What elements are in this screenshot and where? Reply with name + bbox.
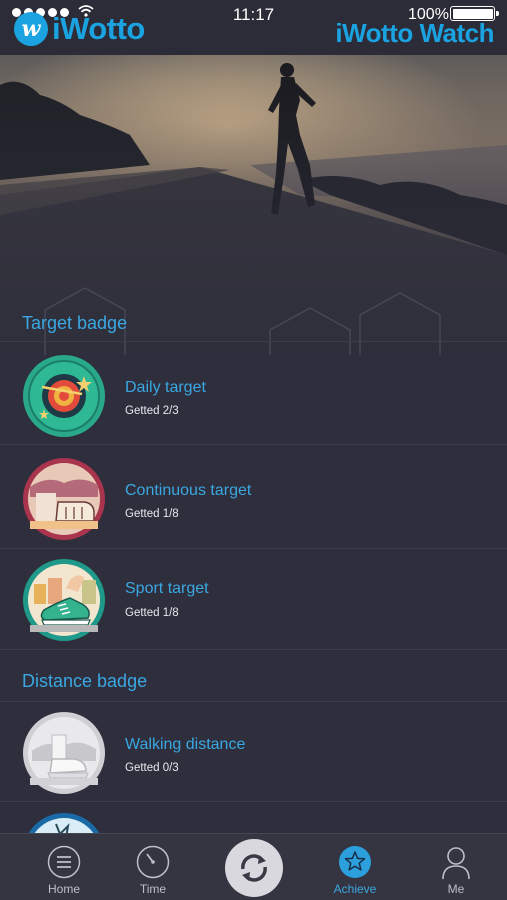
badge-progress: Getted 0/3 — [125, 762, 179, 774]
logo-mark-icon: w — [14, 12, 48, 46]
sync-button[interactable] — [225, 839, 283, 897]
badge-progress: Getted 2/3 — [125, 405, 179, 417]
next-badge-icon — [22, 812, 106, 833]
stopwatch-icon — [136, 845, 170, 879]
status-bar: 11:17 100% w iWotto iWotto Watch — [0, 0, 507, 55]
tab-time[interactable]: Time — [113, 834, 193, 900]
tab-label: Time — [139, 882, 167, 896]
continuous-badge-icon — [22, 457, 106, 541]
badge-name: Sport target — [125, 580, 209, 597]
tab-home[interactable]: Home — [24, 834, 104, 900]
badge-row-daily-target[interactable]: Daily target Getted 2/3 — [0, 342, 507, 445]
app-logo: w iWotto — [14, 11, 145, 46]
badge-progress: Getted 1/8 — [125, 508, 179, 520]
star-icon — [339, 846, 371, 878]
sneaker-badge-icon — [22, 558, 106, 642]
tab-me[interactable]: Me — [416, 834, 496, 900]
section-title-distance-badge: Distance badge — [0, 650, 507, 702]
badge-progress: Getted 1/8 — [125, 607, 179, 619]
badge-row-continuous-target[interactable]: Continuous target Getted 1/8 — [0, 445, 507, 549]
badge-row-sport-target[interactable]: Sport target Getted 1/8 — [0, 549, 507, 650]
target-badge-icon — [22, 354, 106, 438]
tab-label: Me — [447, 882, 465, 896]
badge-name: Daily target — [125, 379, 206, 396]
badge-name: Continuous target — [125, 482, 252, 499]
badge-row-partial[interactable] — [0, 802, 507, 833]
person-icon — [442, 847, 470, 879]
badge-list[interactable]: Target badge Daily target Getted 2/3 Con… — [0, 300, 507, 833]
tab-achieve[interactable]: Achieve — [315, 834, 395, 900]
sync-icon — [241, 854, 267, 882]
section-title-target-badge: Target badge — [0, 300, 507, 342]
logo-text: iWotto — [52, 11, 145, 46]
tab-label: Home — [47, 882, 80, 896]
badge-row-walking-distance[interactable]: Walking distance Getted 0/3 — [0, 702, 507, 802]
walking-badge-icon — [22, 711, 106, 795]
tab-bar: Home Time Achieve Me — [0, 833, 507, 900]
badge-name: Walking distance — [125, 736, 246, 753]
tab-label: Achieve — [333, 882, 377, 896]
device-name: iWotto Watch — [335, 18, 494, 48]
menu-icon — [47, 845, 81, 879]
